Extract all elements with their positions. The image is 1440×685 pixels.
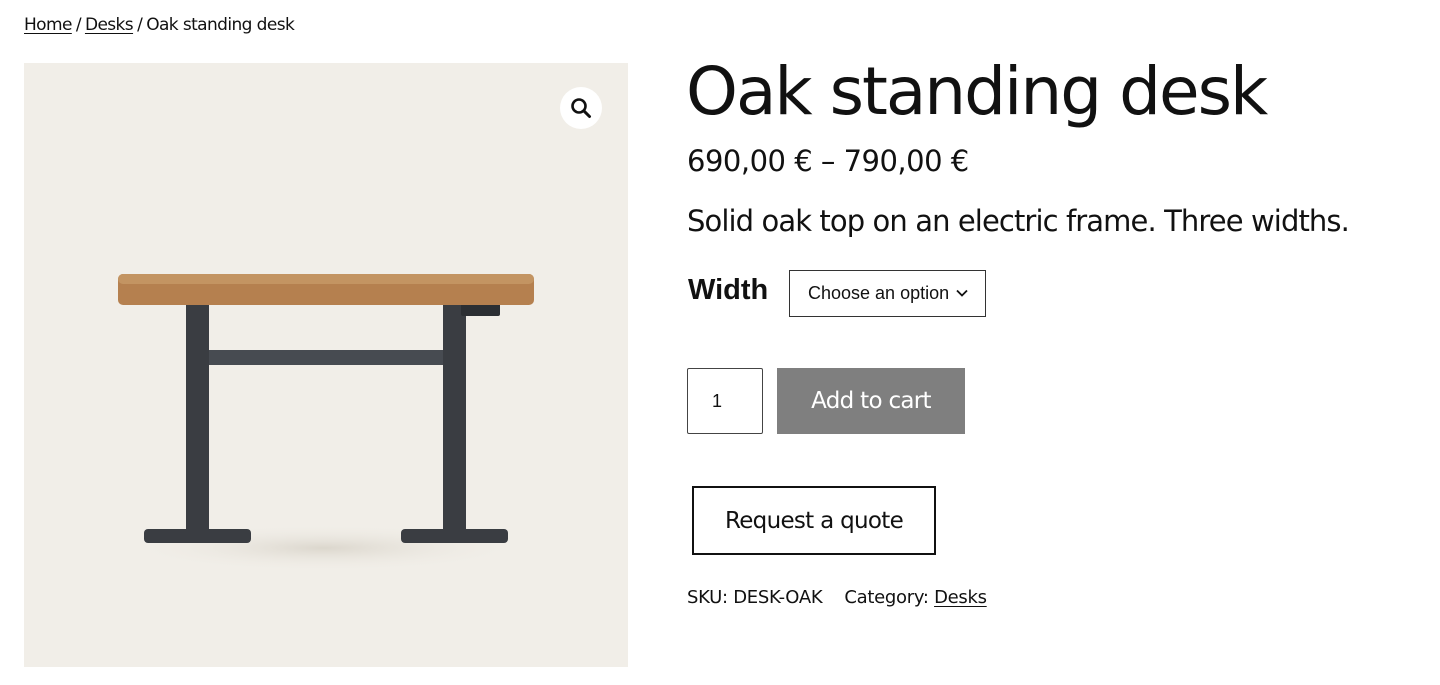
quantity-input[interactable]: 1: [687, 368, 763, 434]
desk-leg-left: [186, 303, 209, 531]
sku-value: DESK-OAK: [733, 587, 823, 608]
category-wrapper: Category: Desks: [844, 587, 987, 608]
width-select-value: Choose an option: [808, 283, 950, 303]
breadcrumb-separator: /: [75, 15, 82, 35]
product-gallery[interactable]: [24, 63, 628, 667]
desk-foot-left: [144, 529, 251, 543]
breadcrumb-home-link[interactable]: Home: [24, 15, 72, 35]
product-meta: SKU: DESK-OAK Category: Desks: [687, 587, 987, 608]
breadcrumb-separator: /: [137, 15, 143, 35]
category-label: Category:: [844, 587, 929, 608]
add-to-cart-button[interactable]: Add to cart: [777, 368, 965, 434]
breadcrumb-current: Oak standing desk: [146, 15, 295, 35]
desk-leg-right: [443, 303, 466, 531]
quantity-value: 1: [712, 390, 723, 411]
product-short-description: Solid oak top on an electric frame. Thre…: [687, 204, 1350, 238]
chevron-down-icon: [956, 289, 968, 297]
request-quote-button[interactable]: Request a quote: [692, 486, 936, 555]
width-label: Width: [688, 274, 769, 306]
category-link[interactable]: Desks: [934, 587, 987, 608]
width-select[interactable]: Choose an option: [789, 270, 986, 317]
magnifier-icon: [571, 98, 591, 118]
product-image[interactable]: [24, 63, 628, 667]
breadcrumb-category-link[interactable]: Desks: [85, 15, 134, 35]
desk-top-highlight: [118, 274, 534, 284]
product-title: Oak standing desk: [686, 53, 1268, 130]
desk-crossbar: [209, 350, 443, 365]
sku-label: SKU:: [687, 587, 728, 608]
zoom-button[interactable]: [560, 87, 602, 129]
product-price: 690,00 € – 790,00 €: [687, 144, 969, 178]
sku-wrapper: SKU: DESK-OAK: [687, 587, 823, 608]
desk-foot-right: [401, 529, 508, 543]
breadcrumb: Home / Desks / Oak standing desk: [24, 15, 295, 35]
product-page: Home / Desks / Oak standing desk Oak sta…: [0, 0, 1440, 685]
